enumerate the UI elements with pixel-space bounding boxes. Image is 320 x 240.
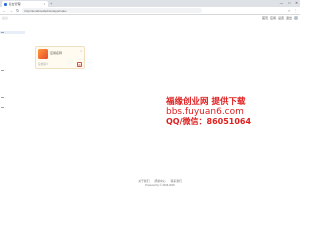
sidebar-item-marker [1,32,4,33]
app-card[interactable]: 应用名称 × 应用简介 ⚙ [35,46,85,69]
footer-link-about[interactable]: 关于我们 [138,179,149,183]
address-bar-actions: ☆ ⋮ [288,9,297,13]
header-link-apps[interactable]: 应用 [270,16,276,20]
app-settings-icon[interactable]: ⚙ [77,62,82,67]
maximize-button[interactable]: □ [288,1,290,5]
url-text: http://localhost/admin/app/index [24,8,67,13]
footer-links: 关于我们 帮助中心 联系我们 [115,179,205,183]
url-field[interactable]: http://localhost/admin/app/index [22,8,203,13]
footer-link-contact[interactable]: 联系我们 [171,179,182,183]
reload-button[interactable]: ↻ [16,8,19,13]
app-card-meta: 应用简介 [38,63,49,66]
footer-link-help[interactable]: 帮助中心 [154,179,165,183]
tab-title: 后台管理 [8,2,21,6]
new-tab-button[interactable]: + [50,1,52,6]
close-window-button[interactable]: ✕ [295,1,298,5]
footer: 关于我们 帮助中心 联系我们 Powered by © 2018-2020 [115,179,205,187]
site-logo[interactable]: 后台 [2,16,8,20]
watermark-line-1: 福缘创业网 提供下载 [166,97,246,107]
favicon-icon [4,2,7,6]
app-card-title: 应用名称 [50,51,63,55]
watermark: 福缘创业网 提供下载 bbs.fuyuan6.com QQ/微信：8605106… [166,97,276,127]
sidebar-item-active[interactable] [0,31,25,34]
sidebar-item-marker [1,107,4,108]
app-icon [38,49,48,59]
browser-tabbar: 后台管理 × + — □ ✕ [0,0,300,7]
header-link-home[interactable]: 首页 [262,16,268,20]
header-links: 首页 应用 设置 退出 [262,16,298,20]
bookmark-star-icon[interactable]: ☆ [288,9,291,13]
header-link-logout[interactable]: 退出 [286,16,292,20]
window-controls: — □ ✕ [280,1,298,5]
browser-menu-icon[interactable]: ⋮ [294,9,297,13]
tab-close-icon[interactable]: × [44,2,46,6]
watermark-line-3: QQ/微信：86051064 [166,117,252,126]
watermark-line-2: bbs.fuyuan6.com [166,107,244,117]
sidebar-item-marker [1,70,4,71]
back-button[interactable]: ← [2,8,6,13]
avatar[interactable] [294,16,298,20]
sidebar-item[interactable] [0,96,25,99]
forward-button[interactable]: → [9,8,13,13]
header-link-settings[interactable]: 设置 [278,16,284,20]
sidebar-item[interactable] [0,69,25,72]
sidebar-item-marker [1,97,4,98]
minimize-button[interactable]: — [280,1,283,5]
sidebar-item[interactable] [0,106,25,109]
footer-copyright: Powered by © 2018-2020 [145,184,175,187]
app-card-close-icon[interactable]: × [80,49,82,53]
sidebar [0,21,25,200]
address-bar: ← → ↻ http://localhost/admin/app/index ☆… [0,7,300,15]
